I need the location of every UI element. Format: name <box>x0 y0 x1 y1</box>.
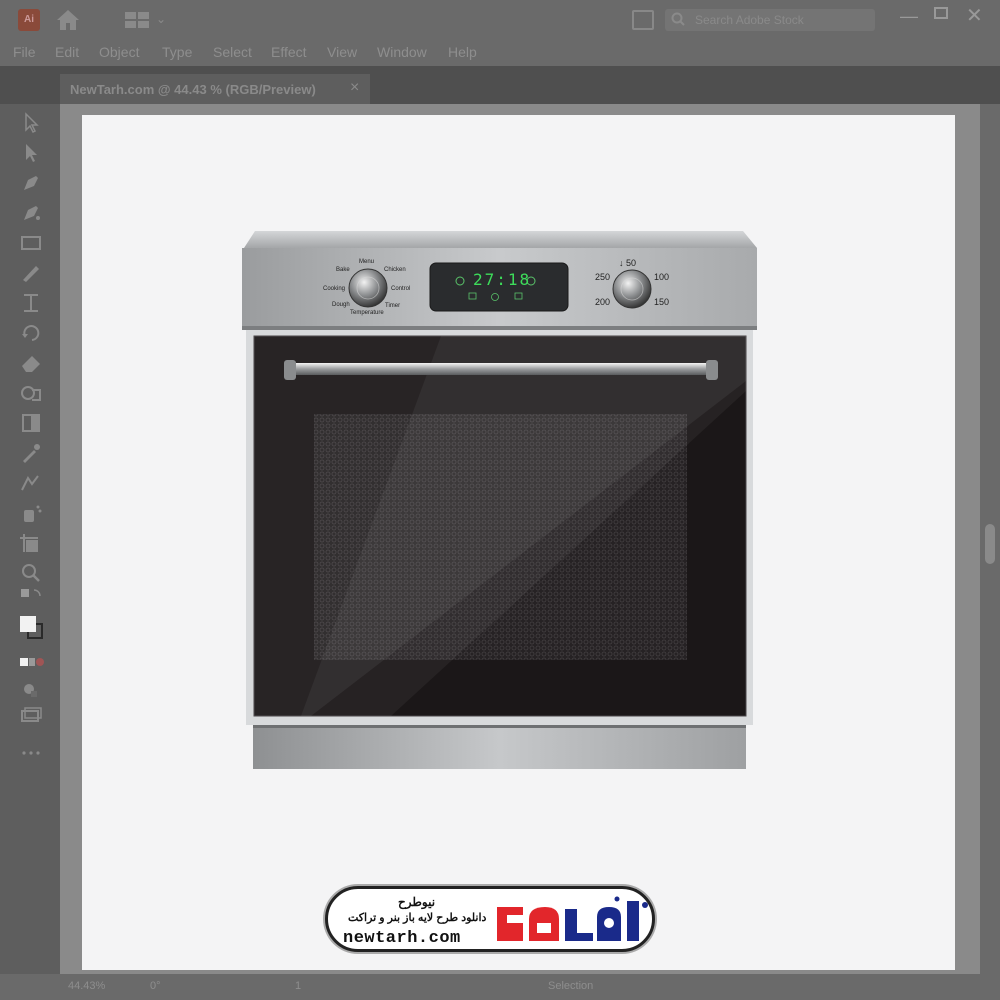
curvature-tool-icon[interactable] <box>18 202 44 224</box>
menu-object[interactable]: Object <box>99 44 139 60</box>
tab-close-icon[interactable]: × <box>350 79 359 97</box>
label-temperature: Temperature <box>350 310 384 316</box>
menu-edit[interactable]: Edit <box>55 44 79 60</box>
width-tool-icon[interactable] <box>18 292 44 314</box>
menu-window[interactable]: Window <box>377 44 427 60</box>
status-bar: 44.43% 0° 1 Selection <box>0 974 1000 1000</box>
symbol-sprayer-tool-icon[interactable] <box>18 502 44 524</box>
label-chicken: Chicken <box>384 267 406 273</box>
eyedropper-tool-icon[interactable] <box>18 442 44 464</box>
selection-tool-icon[interactable] <box>18 112 44 134</box>
blend-tool-icon[interactable] <box>18 472 44 494</box>
label-dough: Dough <box>332 302 350 308</box>
temp-mark-150: 150 <box>654 297 670 307</box>
menu-view[interactable]: View <box>327 44 357 60</box>
zoom-tool-icon[interactable] <box>18 562 44 584</box>
temp-mark-50: ↓ 50 <box>619 258 637 268</box>
workspace-switcher-icon[interactable] <box>125 12 149 28</box>
tools-panel <box>0 104 60 974</box>
more-tools-icon[interactable] <box>18 742 44 764</box>
search-placeholder: Search Adobe Stock <box>695 13 804 27</box>
menu-type[interactable]: Type <box>162 44 192 60</box>
shape-builder-tool-icon[interactable] <box>18 382 44 404</box>
fill-stroke-icon[interactable] <box>18 614 44 644</box>
color-mode-icon[interactable] <box>18 652 44 674</box>
chevron-down-icon[interactable]: ⌄ <box>156 12 166 26</box>
menu-bar: File Edit Object Type Select Effect View… <box>0 40 1000 66</box>
temp-mark-250: 250 <box>595 272 611 282</box>
menu-select[interactable]: Select <box>213 44 252 60</box>
home-icon[interactable] <box>55 8 81 32</box>
label-bake: Bake <box>336 267 350 273</box>
status-zoom[interactable]: 44.43% <box>68 980 105 992</box>
status-rotation[interactable]: 0° <box>150 980 161 992</box>
newtarh-logo <box>497 896 648 941</box>
close-icon[interactable]: ✕ <box>966 3 983 28</box>
document-tab-bar: NewTarh.com @ 44.43 % (RGB/Preview) × <box>0 66 1000 104</box>
label-control: Control <box>391 286 411 292</box>
oven-display-readout: 27:18 <box>473 270 532 289</box>
status-artboard-number[interactable]: 1 <box>295 980 301 992</box>
watermark-subtitle: دانلود طرح لایه باز بنر و تراکت <box>348 912 487 924</box>
direct-selection-tool-icon[interactable] <box>18 142 44 164</box>
oven-illustration[interactable]: 27:18 Menu Bake Chicken Cooking Control … <box>241 231 758 771</box>
minimize-icon[interactable]: — <box>900 6 918 27</box>
label-menu: Menu <box>359 259 375 265</box>
search-icon <box>671 12 685 26</box>
pen-tool-icon[interactable] <box>18 172 44 194</box>
temp-mark-100: 100 <box>654 272 670 282</box>
brush-tool-icon[interactable] <box>18 262 44 284</box>
status-current-tool: Selection <box>548 980 594 992</box>
watermark-title: نیوطرح <box>398 895 436 909</box>
rectangle-tool-icon[interactable] <box>18 232 44 254</box>
gradient-tool-icon[interactable] <box>18 412 44 434</box>
menu-file[interactable]: File <box>13 44 36 60</box>
menu-help[interactable]: Help <box>448 44 477 60</box>
maximize-icon[interactable] <box>934 7 948 19</box>
label-timer: Timer <box>385 303 401 309</box>
arrange-documents-icon[interactable] <box>632 10 654 30</box>
oven-graphic <box>242 231 757 769</box>
swap-colors-icon[interactable] <box>18 586 44 608</box>
rotate-tool-icon[interactable] <box>18 322 44 344</box>
vertical-scrollbar[interactable] <box>980 104 1000 974</box>
eraser-tool-icon[interactable] <box>18 352 44 374</box>
label-cooking: Cooking <box>323 286 346 292</box>
newtarh-watermark: نیوطرح دانلود طرح لایه باز بنر و تراکت n… <box>325 886 655 952</box>
title-bar: Ai ⌄ Search Adobe Stock — ✕ <box>0 0 1000 40</box>
scrollbar-thumb[interactable] <box>985 524 995 564</box>
app-logo: Ai <box>18 9 40 31</box>
document-tab-title: NewTarh.com @ 44.43 % (RGB/Preview) <box>70 82 316 97</box>
artboard-tool-icon[interactable] <box>18 532 44 554</box>
screen-mode-icon[interactable] <box>18 704 44 726</box>
document-tab[interactable]: NewTarh.com @ 44.43 % (RGB/Preview) × <box>60 74 370 104</box>
temp-mark-200: 200 <box>595 297 611 307</box>
menu-effect[interactable]: Effect <box>271 44 307 60</box>
watermark-url: newtarh.com <box>343 929 461 948</box>
search-input[interactable]: Search Adobe Stock <box>665 9 875 31</box>
drawing-mode-icon[interactable] <box>18 678 44 700</box>
